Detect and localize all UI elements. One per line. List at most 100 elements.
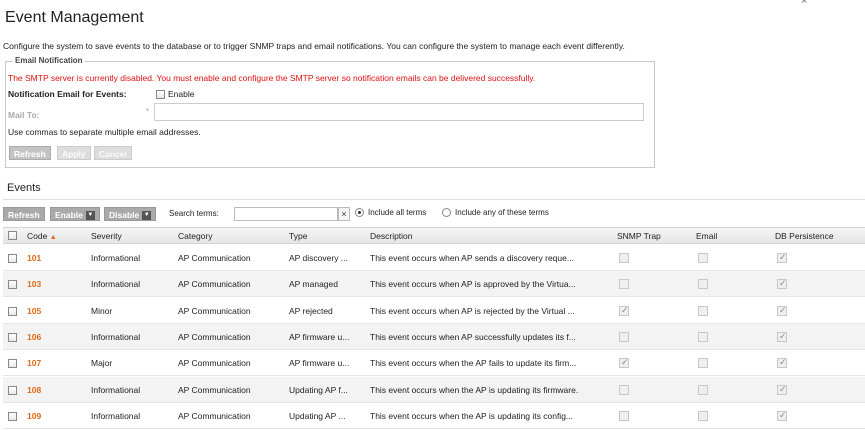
snmp-trap-checkbox bbox=[619, 331, 629, 342]
column-db-persistence[interactable]: DB Persistence bbox=[775, 231, 834, 241]
table-row[interactable]: 101 Informational AP Communication AP disco… bbox=[3, 245, 865, 271]
event-category: AP Communication bbox=[178, 410, 251, 421]
include-any-radio[interactable]: Include any of these terms bbox=[442, 208, 549, 218]
event-type: AP firmware u... bbox=[289, 331, 350, 342]
notification-email-label: Notification Email for Events: bbox=[8, 89, 127, 99]
event-category: AP Communication bbox=[178, 358, 251, 369]
db-persistence-checkbox bbox=[777, 384, 787, 395]
refresh-events-button[interactable]: Refresh bbox=[3, 207, 45, 221]
email-checkbox bbox=[698, 410, 708, 421]
column-code-label: Code bbox=[27, 231, 48, 241]
close-icon[interactable]: × bbox=[801, 0, 807, 7]
row-select-checkbox[interactable] bbox=[8, 332, 17, 342]
table-row[interactable]: 105 Minor AP Communication AP rejected This … bbox=[3, 298, 865, 324]
column-type[interactable]: Type bbox=[289, 231, 307, 241]
event-category: AP Communication bbox=[178, 384, 251, 395]
db-persistence-checkbox bbox=[777, 357, 787, 369]
db-persistence-checkbox bbox=[777, 410, 787, 421]
enable-notification-toggle[interactable]: Enable bbox=[156, 89, 195, 100]
email-notification-legend: Email Notification bbox=[13, 56, 85, 65]
event-severity: Informational bbox=[91, 384, 141, 395]
db-persistence-checkbox bbox=[777, 305, 787, 316]
event-severity: Informational bbox=[91, 410, 141, 421]
row-select-checkbox[interactable] bbox=[8, 254, 17, 263]
page-title: Event Management bbox=[5, 9, 144, 26]
event-description: This event occurs when AP is rejected by… bbox=[370, 305, 575, 316]
apply-button[interactable]: Apply bbox=[57, 146, 91, 160]
db-persistence-checkbox bbox=[777, 278, 787, 290]
db-persistence-checkbox bbox=[777, 252, 787, 263]
email-checkbox bbox=[698, 305, 708, 316]
snmp-trap-checkbox bbox=[619, 279, 629, 290]
row-select-checkbox[interactable] bbox=[8, 280, 17, 290]
table-row[interactable]: 106 Informational AP Communication AP firmw… bbox=[3, 323, 865, 350]
table-row[interactable]: 109 Informational AP Communication Updating… bbox=[3, 403, 865, 429]
event-code[interactable]: 107 bbox=[27, 358, 41, 368]
event-type: AP discovery ... bbox=[289, 253, 348, 263]
intro-text: Configure the system to save events to t… bbox=[3, 41, 625, 51]
email-checkbox bbox=[698, 253, 708, 263]
include-all-radio[interactable]: Include all terms bbox=[355, 208, 427, 218]
column-description[interactable]: Description bbox=[370, 231, 413, 241]
disable-dropdown-button[interactable]: Disable ▼ bbox=[104, 207, 157, 221]
disable-dropdown-label: Disable bbox=[109, 210, 140, 220]
event-description: This event occurs when the AP is updatin… bbox=[370, 410, 574, 421]
event-description: This event occurs when AP sends a discov… bbox=[370, 253, 574, 263]
column-snmp-trap[interactable]: SNMP Trap bbox=[617, 231, 661, 241]
column-code[interactable]: Code ▲ bbox=[27, 231, 57, 241]
row-select-checkbox[interactable] bbox=[8, 385, 17, 395]
event-code[interactable]: 109 bbox=[27, 411, 41, 421]
event-severity: Major bbox=[91, 358, 113, 369]
events-heading: Events bbox=[7, 182, 41, 194]
event-type: AP managed bbox=[289, 279, 338, 290]
event-type: Updating AP f... bbox=[289, 384, 348, 395]
column-severity[interactable]: Severity bbox=[91, 231, 122, 241]
event-code[interactable]: 108 bbox=[27, 385, 41, 395]
event-type: AP firmware u... bbox=[289, 358, 350, 369]
search-input[interactable] bbox=[234, 207, 338, 221]
email-checkbox bbox=[698, 279, 708, 290]
event-category: AP Communication bbox=[178, 331, 251, 342]
smtp-warning: The SMTP server is currently disabled. Y… bbox=[8, 73, 536, 83]
event-description: This event occurs when the AP fails to u… bbox=[370, 358, 577, 369]
enable-checkbox[interactable] bbox=[156, 90, 165, 100]
row-select-checkbox[interactable] bbox=[8, 359, 17, 369]
search-label: Search terms: bbox=[169, 209, 219, 218]
chevron-down-icon: ▼ bbox=[85, 211, 95, 221]
event-severity: Minor bbox=[91, 305, 113, 316]
table-row[interactable]: 107 Major AP Communication AP firmware u...… bbox=[3, 350, 865, 377]
radio-unselected-icon[interactable] bbox=[442, 208, 451, 218]
event-type: AP rejected bbox=[289, 305, 333, 316]
event-code[interactable]: 105 bbox=[27, 306, 41, 316]
mail-to-input[interactable] bbox=[154, 103, 644, 121]
radio-selected-icon[interactable] bbox=[355, 208, 364, 218]
include-all-label: Include all terms bbox=[368, 208, 427, 217]
cancel-button[interactable]: Cancel bbox=[94, 146, 132, 160]
snmp-trap-checkbox bbox=[619, 357, 629, 369]
event-code[interactable]: 106 bbox=[27, 332, 41, 342]
event-code[interactable]: 103 bbox=[27, 279, 41, 289]
snmp-trap-checkbox bbox=[619, 305, 629, 316]
required-star: * bbox=[146, 107, 150, 116]
refresh-email-button[interactable]: Refresh bbox=[9, 146, 51, 160]
event-description: This event occurs when AP successfully u… bbox=[370, 331, 576, 342]
enable-label: Enable bbox=[168, 89, 195, 99]
event-severity: Informational bbox=[91, 253, 141, 263]
event-severity: Informational bbox=[91, 331, 141, 342]
event-type: Updating AP ... bbox=[289, 410, 346, 421]
table-row[interactable]: 108 Informational AP Communication Updating… bbox=[3, 376, 865, 403]
row-select-checkbox[interactable] bbox=[8, 306, 17, 316]
enable-dropdown-label: Enable bbox=[55, 210, 83, 220]
clear-search-icon[interactable]: × bbox=[338, 207, 350, 221]
sort-ascending-icon: ▲ bbox=[49, 234, 57, 241]
row-select-checkbox[interactable] bbox=[8, 411, 17, 421]
email-checkbox bbox=[698, 358, 708, 369]
select-all-checkbox[interactable] bbox=[8, 231, 17, 240]
mail-to-label: Mail To: bbox=[8, 110, 40, 120]
event-severity: Informational bbox=[91, 279, 141, 290]
table-row[interactable]: 103 Informational AP Communication AP manag… bbox=[3, 271, 865, 298]
enable-dropdown-button[interactable]: Enable ▼ bbox=[50, 207, 100, 221]
column-category[interactable]: Category bbox=[178, 231, 213, 241]
column-email[interactable]: Email bbox=[696, 231, 717, 241]
event-code[interactable]: 101 bbox=[27, 253, 41, 263]
